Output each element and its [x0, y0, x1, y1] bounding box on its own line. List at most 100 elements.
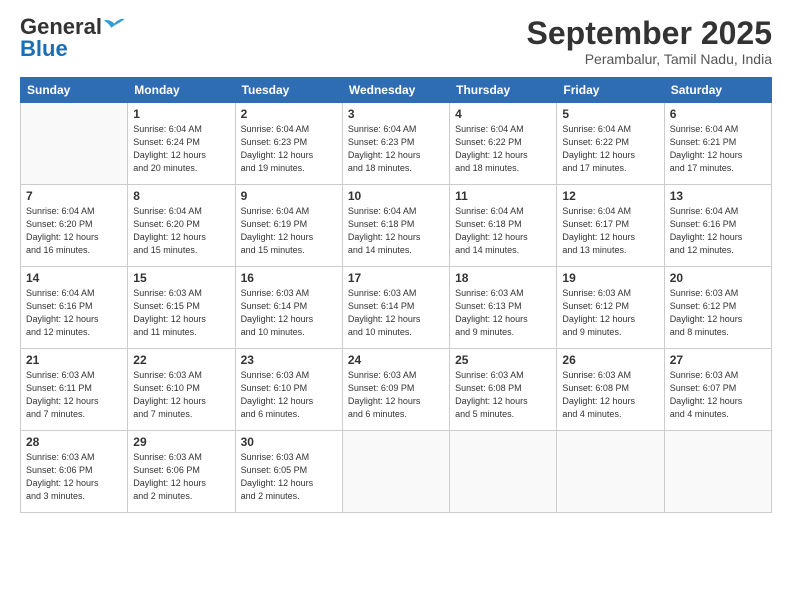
day-info: Sunrise: 6:04 AMSunset: 6:23 PMDaylight:… — [348, 124, 421, 173]
calendar-week-row: 21 Sunrise: 6:03 AMSunset: 6:11 PMDaylig… — [21, 349, 772, 431]
day-number: 21 — [26, 353, 122, 367]
day-number: 20 — [670, 271, 766, 285]
calendar-cell: 29 Sunrise: 6:03 AMSunset: 6:06 PMDaylig… — [128, 431, 235, 513]
day-number: 12 — [562, 189, 658, 203]
calendar-cell: 30 Sunrise: 6:03 AMSunset: 6:05 PMDaylig… — [235, 431, 342, 513]
calendar-cell — [450, 431, 557, 513]
calendar-cell: 19 Sunrise: 6:03 AMSunset: 6:12 PMDaylig… — [557, 267, 664, 349]
day-info: Sunrise: 6:04 AMSunset: 6:18 PMDaylight:… — [455, 206, 528, 255]
calendar-cell: 25 Sunrise: 6:03 AMSunset: 6:08 PMDaylig… — [450, 349, 557, 431]
calendar-week-row: 28 Sunrise: 6:03 AMSunset: 6:06 PMDaylig… — [21, 431, 772, 513]
day-info: Sunrise: 6:03 AMSunset: 6:06 PMDaylight:… — [26, 452, 99, 501]
day-number: 3 — [348, 107, 444, 121]
day-number: 27 — [670, 353, 766, 367]
day-info: Sunrise: 6:04 AMSunset: 6:23 PMDaylight:… — [241, 124, 314, 173]
day-number: 5 — [562, 107, 658, 121]
day-info: Sunrise: 6:03 AMSunset: 6:12 PMDaylight:… — [562, 288, 635, 337]
day-info: Sunrise: 6:03 AMSunset: 6:07 PMDaylight:… — [670, 370, 743, 419]
calendar-cell: 4 Sunrise: 6:04 AMSunset: 6:22 PMDayligh… — [450, 103, 557, 185]
title-section: September 2025 Perambalur, Tamil Nadu, I… — [527, 16, 772, 67]
day-info: Sunrise: 6:03 AMSunset: 6:08 PMDaylight:… — [455, 370, 528, 419]
calendar-cell: 8 Sunrise: 6:04 AMSunset: 6:20 PMDayligh… — [128, 185, 235, 267]
calendar-cell — [342, 431, 449, 513]
day-number: 9 — [241, 189, 337, 203]
header-friday: Friday — [557, 78, 664, 103]
day-info: Sunrise: 6:03 AMSunset: 6:09 PMDaylight:… — [348, 370, 421, 419]
calendar-cell: 17 Sunrise: 6:03 AMSunset: 6:14 PMDaylig… — [342, 267, 449, 349]
day-number: 6 — [670, 107, 766, 121]
day-number: 17 — [348, 271, 444, 285]
calendar-cell: 28 Sunrise: 6:03 AMSunset: 6:06 PMDaylig… — [21, 431, 128, 513]
day-info: Sunrise: 6:03 AMSunset: 6:06 PMDaylight:… — [133, 452, 206, 501]
day-info: Sunrise: 6:03 AMSunset: 6:08 PMDaylight:… — [562, 370, 635, 419]
day-info: Sunrise: 6:03 AMSunset: 6:11 PMDaylight:… — [26, 370, 99, 419]
calendar-cell: 1 Sunrise: 6:04 AMSunset: 6:24 PMDayligh… — [128, 103, 235, 185]
logo-blue-text: Blue — [20, 36, 68, 61]
calendar-cell: 6 Sunrise: 6:04 AMSunset: 6:21 PMDayligh… — [664, 103, 771, 185]
day-number: 22 — [133, 353, 229, 367]
header-sunday: Sunday — [21, 78, 128, 103]
day-number: 7 — [26, 189, 122, 203]
calendar-cell: 2 Sunrise: 6:04 AMSunset: 6:23 PMDayligh… — [235, 103, 342, 185]
calendar-cell: 21 Sunrise: 6:03 AMSunset: 6:11 PMDaylig… — [21, 349, 128, 431]
day-number: 29 — [133, 435, 229, 449]
day-info: Sunrise: 6:04 AMSunset: 6:16 PMDaylight:… — [26, 288, 99, 337]
calendar-cell: 15 Sunrise: 6:03 AMSunset: 6:15 PMDaylig… — [128, 267, 235, 349]
calendar-week-row: 7 Sunrise: 6:04 AMSunset: 6:20 PMDayligh… — [21, 185, 772, 267]
header-saturday: Saturday — [664, 78, 771, 103]
day-info: Sunrise: 6:04 AMSunset: 6:18 PMDaylight:… — [348, 206, 421, 255]
day-number: 18 — [455, 271, 551, 285]
day-info: Sunrise: 6:04 AMSunset: 6:20 PMDaylight:… — [26, 206, 99, 255]
calendar-cell: 26 Sunrise: 6:03 AMSunset: 6:08 PMDaylig… — [557, 349, 664, 431]
day-info: Sunrise: 6:03 AMSunset: 6:10 PMDaylight:… — [133, 370, 206, 419]
day-number: 28 — [26, 435, 122, 449]
day-number: 24 — [348, 353, 444, 367]
day-number: 16 — [241, 271, 337, 285]
day-number: 25 — [455, 353, 551, 367]
header-wednesday: Wednesday — [342, 78, 449, 103]
calendar-cell: 10 Sunrise: 6:04 AMSunset: 6:18 PMDaylig… — [342, 185, 449, 267]
day-number: 30 — [241, 435, 337, 449]
calendar-cell: 16 Sunrise: 6:03 AMSunset: 6:14 PMDaylig… — [235, 267, 342, 349]
day-number: 2 — [241, 107, 337, 121]
day-number: 14 — [26, 271, 122, 285]
header: General Blue September 2025 Perambalur, … — [20, 16, 772, 67]
calendar-table: Sunday Monday Tuesday Wednesday Thursday… — [20, 77, 772, 513]
day-number: 13 — [670, 189, 766, 203]
day-info: Sunrise: 6:03 AMSunset: 6:14 PMDaylight:… — [241, 288, 314, 337]
day-number: 15 — [133, 271, 229, 285]
calendar-cell — [664, 431, 771, 513]
header-monday: Monday — [128, 78, 235, 103]
header-thursday: Thursday — [450, 78, 557, 103]
day-number: 1 — [133, 107, 229, 121]
calendar-cell: 22 Sunrise: 6:03 AMSunset: 6:10 PMDaylig… — [128, 349, 235, 431]
calendar-cell: 13 Sunrise: 6:04 AMSunset: 6:16 PMDaylig… — [664, 185, 771, 267]
day-info: Sunrise: 6:03 AMSunset: 6:13 PMDaylight:… — [455, 288, 528, 337]
day-info: Sunrise: 6:04 AMSunset: 6:16 PMDaylight:… — [670, 206, 743, 255]
calendar-cell: 18 Sunrise: 6:03 AMSunset: 6:13 PMDaylig… — [450, 267, 557, 349]
calendar-cell — [21, 103, 128, 185]
day-info: Sunrise: 6:04 AMSunset: 6:22 PMDaylight:… — [455, 124, 528, 173]
calendar-cell: 27 Sunrise: 6:03 AMSunset: 6:07 PMDaylig… — [664, 349, 771, 431]
month-title: September 2025 — [527, 16, 772, 51]
logo-general-text: General — [20, 16, 102, 38]
day-info: Sunrise: 6:04 AMSunset: 6:22 PMDaylight:… — [562, 124, 635, 173]
calendar-cell: 3 Sunrise: 6:04 AMSunset: 6:23 PMDayligh… — [342, 103, 449, 185]
day-number: 19 — [562, 271, 658, 285]
day-number: 10 — [348, 189, 444, 203]
calendar-cell — [557, 431, 664, 513]
day-info: Sunrise: 6:03 AMSunset: 6:15 PMDaylight:… — [133, 288, 206, 337]
location-subtitle: Perambalur, Tamil Nadu, India — [527, 51, 772, 67]
logo-bird-icon — [104, 16, 126, 34]
day-info: Sunrise: 6:03 AMSunset: 6:14 PMDaylight:… — [348, 288, 421, 337]
calendar-cell: 23 Sunrise: 6:03 AMSunset: 6:10 PMDaylig… — [235, 349, 342, 431]
day-number: 23 — [241, 353, 337, 367]
day-info: Sunrise: 6:03 AMSunset: 6:10 PMDaylight:… — [241, 370, 314, 419]
calendar-cell: 24 Sunrise: 6:03 AMSunset: 6:09 PMDaylig… — [342, 349, 449, 431]
calendar-cell: 5 Sunrise: 6:04 AMSunset: 6:22 PMDayligh… — [557, 103, 664, 185]
day-info: Sunrise: 6:04 AMSunset: 6:19 PMDaylight:… — [241, 206, 314, 255]
logo: General Blue — [20, 16, 126, 61]
calendar-cell: 11 Sunrise: 6:04 AMSunset: 6:18 PMDaylig… — [450, 185, 557, 267]
header-tuesday: Tuesday — [235, 78, 342, 103]
day-info: Sunrise: 6:04 AMSunset: 6:20 PMDaylight:… — [133, 206, 206, 255]
